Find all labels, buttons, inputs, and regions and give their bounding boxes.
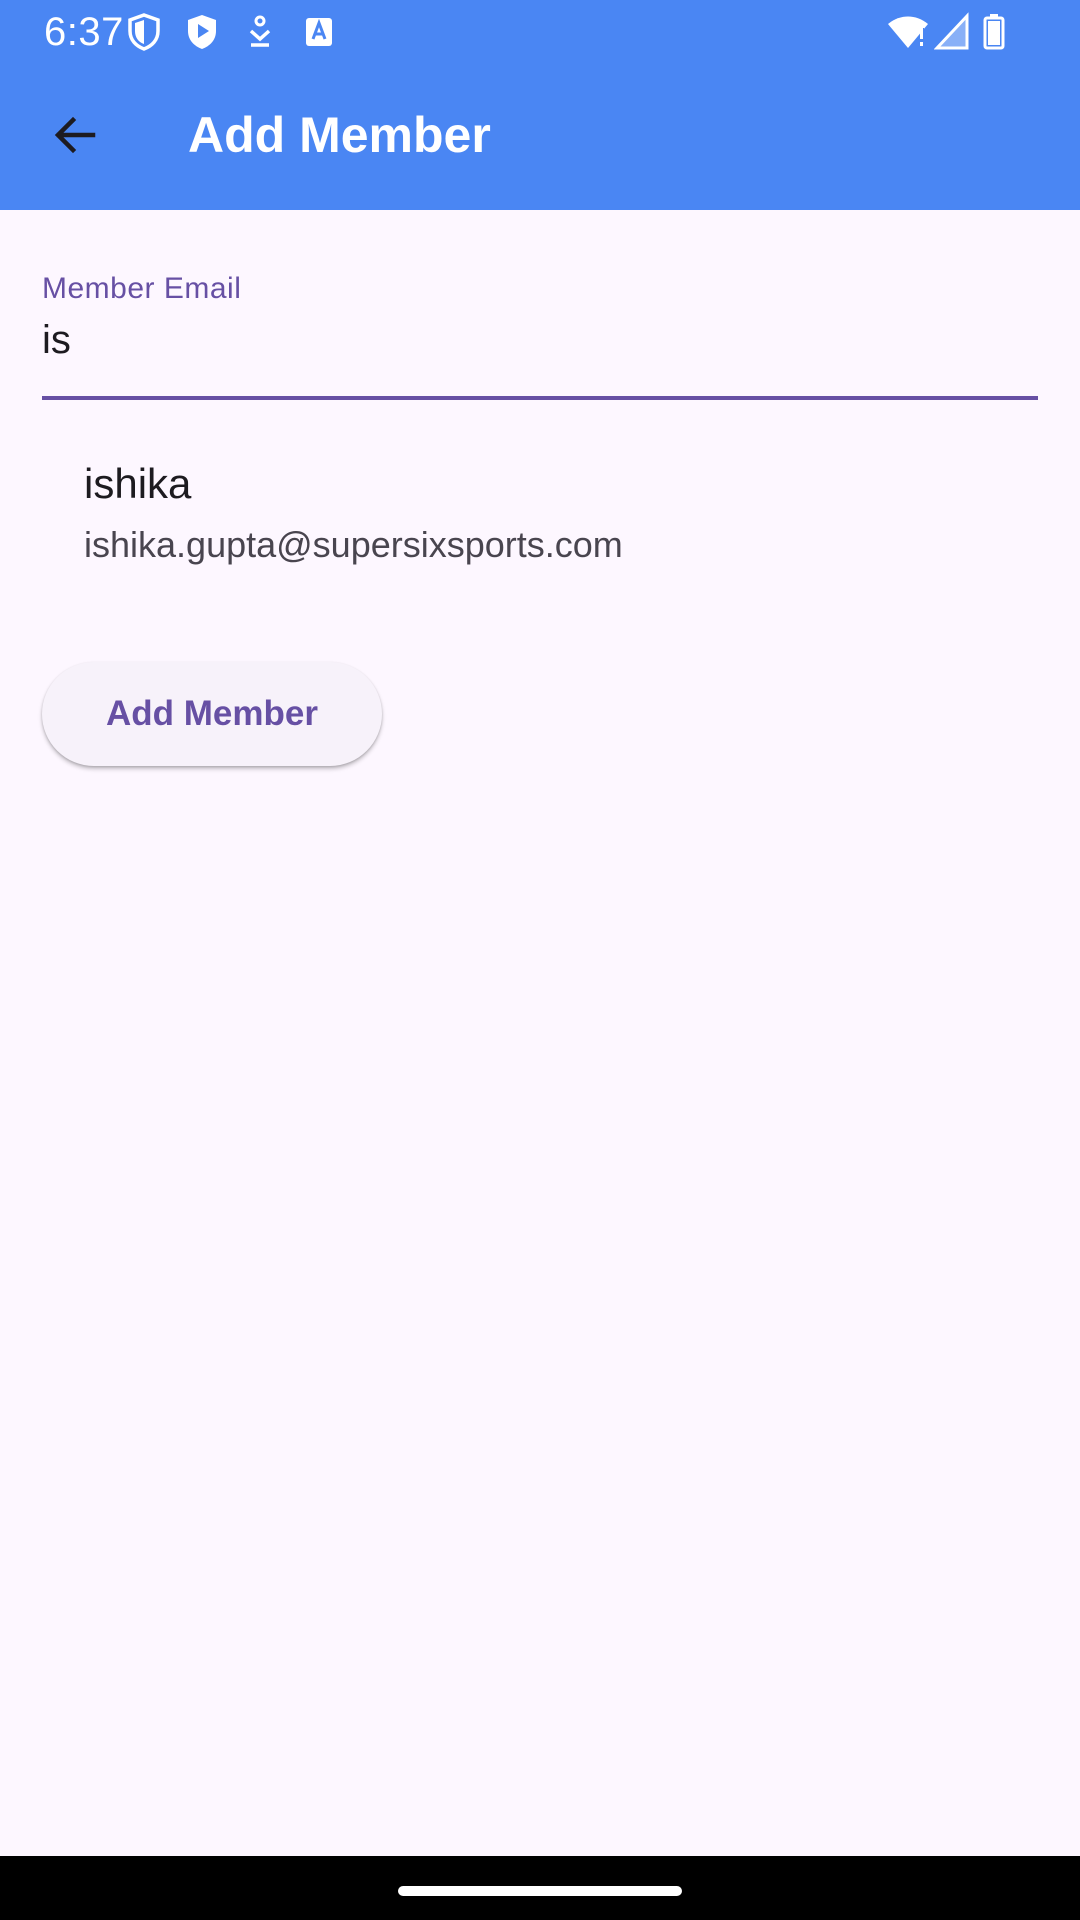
app-bar: 6:37 Add Member — [0, 0, 1080, 210]
navigation-bar — [0, 1856, 1080, 1920]
download-icon — [249, 15, 271, 47]
wifi-icon — [888, 16, 928, 48]
translate-icon — [306, 18, 332, 46]
suggestion-item[interactable]: ishika ishika.gupta@supersixsports.com — [42, 440, 1038, 590]
field-underline — [42, 396, 1038, 400]
add-member-button[interactable]: Add Member — [42, 662, 382, 766]
battery-icon — [983, 14, 1005, 50]
arrow-left-icon — [54, 116, 96, 154]
page-title: Add Member — [188, 107, 491, 163]
vpn-shield-icon — [128, 13, 160, 51]
member-email-input[interactable]: is — [42, 318, 71, 363]
member-email-field[interactable]: Member Email is — [42, 262, 1038, 402]
signal-icon — [934, 12, 969, 50]
suggestion-name: ishika — [84, 460, 192, 507]
member-email-label: Member Email — [42, 272, 242, 305]
suggestion-email: ishika.gupta@supersixsports.com — [84, 524, 623, 565]
status-time: 6:37 — [44, 10, 124, 54]
home-handle[interactable] — [398, 1886, 682, 1896]
play-protect-icon — [188, 15, 216, 49]
back-button[interactable] — [30, 95, 120, 175]
